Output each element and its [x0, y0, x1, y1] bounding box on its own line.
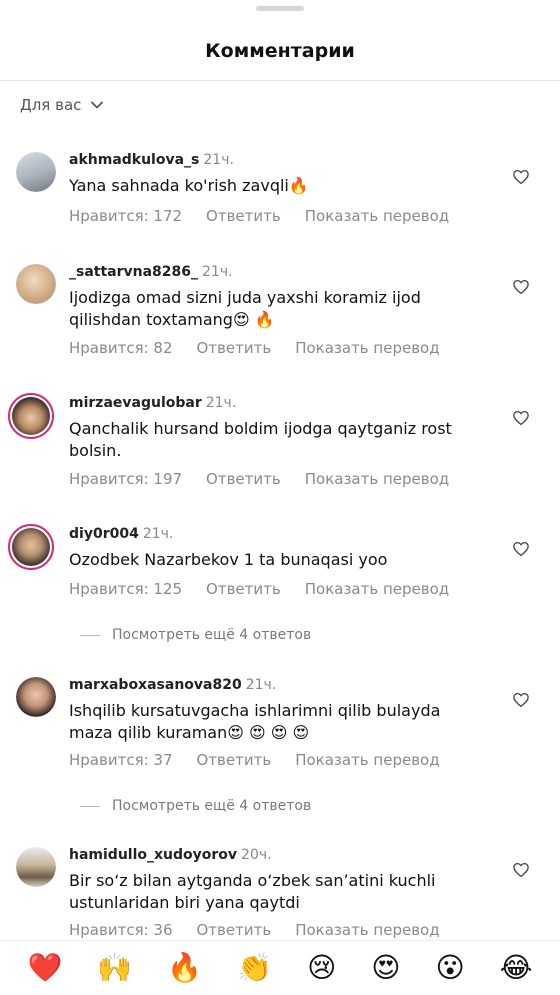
comment-text: Yana sahnada ko'rish zavqli🔥 [69, 176, 309, 195]
comment-text: Qanchalik hursand boldim ijodga qaytgani… [69, 419, 452, 460]
comment-text: Ijodizga omad sizni juda yaxshi koramiz … [69, 288, 421, 329]
avatar[interactable] [16, 152, 56, 192]
tears-of-joy-emoji-button[interactable]: 😂 [500, 952, 533, 984]
reply-button[interactable]: Ответить [206, 470, 281, 488]
heart-eyes-emoji-button[interactable]: 😍 [371, 952, 400, 984]
clapping-hands-emoji-button[interactable]: 👏 [237, 952, 272, 984]
show-translation-button[interactable]: Показать перевод [295, 751, 439, 769]
comment-username[interactable]: _sattarvna8286_ [69, 264, 198, 280]
sort-filter-label: Для вас [20, 96, 82, 114]
likes-count[interactable]: Нравится: 82 [69, 339, 173, 357]
drag-handle[interactable] [256, 6, 304, 11]
sort-filter-dropdown[interactable]: Для вас [20, 96, 105, 114]
comment-username[interactable]: mirzaevagulobar [69, 395, 202, 411]
show-translation-button[interactable]: Показать перевод [295, 339, 439, 357]
likes-count[interactable]: Нравится: 197 [69, 470, 182, 488]
likes-count[interactable]: Нравится: 125 [69, 580, 182, 598]
comment-username[interactable]: akhmadkulova_s [69, 152, 199, 168]
comment-username[interactable]: hamidullo_xudoyorov [69, 847, 237, 863]
view-more-replies-button[interactable]: Посмотреть ещё 4 ответов [80, 798, 311, 814]
raising-hands-emoji-button[interactable]: 🙌 [97, 952, 132, 984]
heart-icon[interactable] [512, 278, 530, 296]
comment-text: Ozodbek Nazarbekov 1 ta bunaqasi yoo [69, 550, 388, 569]
show-translation-button[interactable]: Показать перевод [305, 580, 449, 598]
reply-button[interactable]: Ответить [197, 921, 272, 939]
likes-count[interactable]: Нравится: 36 [69, 921, 173, 939]
heart-icon[interactable] [512, 861, 530, 879]
reply-button[interactable]: Ответить [197, 751, 272, 769]
likes-count[interactable]: Нравится: 172 [69, 207, 182, 225]
page-title: Комментарии [205, 40, 355, 62]
reply-button[interactable]: Ответить [206, 207, 281, 225]
comment-timestamp: 21ч. [245, 677, 277, 693]
comment-text: Ishqilib kursatuvgacha ishlarimni qilib … [69, 701, 441, 742]
heart-icon[interactable] [512, 168, 530, 186]
comment-timestamp: 21ч. [142, 526, 174, 542]
show-translation-button[interactable]: Показать перевод [295, 921, 439, 939]
likes-count[interactable]: Нравится: 37 [69, 751, 173, 769]
crying-face-emoji-button[interactable]: 😢 [307, 952, 336, 984]
avatar[interactable] [16, 847, 56, 887]
show-translation-button[interactable]: Показать перевод [305, 470, 449, 488]
comment-timestamp: 20ч. [241, 847, 272, 863]
fire-emoji-button[interactable]: 🔥 [167, 952, 202, 984]
replies-divider-line [80, 634, 100, 636]
comment-text: Bir so‘z bilan aytganda o‘zbek san’atini… [69, 871, 436, 912]
view-more-replies-button[interactable]: Посмотреть ещё 4 ответов [80, 627, 311, 643]
reply-button[interactable]: Ответить [197, 339, 272, 357]
heart-icon[interactable] [512, 409, 530, 427]
comment-timestamp: 21ч. [203, 152, 234, 168]
replies-divider-line [80, 805, 100, 807]
emoji-reaction-bar: ❤️ 🙌 🔥 👏 😢 😍 😮 😂 [0, 940, 560, 995]
avatar[interactable] [8, 524, 54, 570]
comment-timestamp: 21ч. [202, 264, 233, 280]
show-translation-button[interactable]: Показать перевод [305, 207, 449, 225]
comment-timestamp: 21ч. [205, 395, 237, 411]
avatar[interactable] [16, 264, 56, 304]
avatar[interactable] [16, 677, 56, 717]
comment-username[interactable]: marxaboxasanova820 [69, 677, 242, 693]
view-more-replies-label: Посмотреть ещё 4 ответов [112, 627, 312, 643]
red-heart-emoji-button[interactable]: ❤️ [28, 952, 63, 984]
chevron-down-icon [91, 101, 104, 109]
avatar[interactable] [8, 393, 54, 439]
view-more-replies-label: Посмотреть ещё 4 ответов [112, 798, 312, 814]
header-divider [0, 80, 560, 81]
heart-icon[interactable] [512, 540, 530, 558]
comment-username[interactable]: diy0r004 [69, 526, 139, 542]
heart-icon[interactable] [512, 691, 530, 709]
surprised-face-emoji-button[interactable]: 😮 [436, 952, 465, 984]
reply-button[interactable]: Ответить [206, 580, 281, 598]
